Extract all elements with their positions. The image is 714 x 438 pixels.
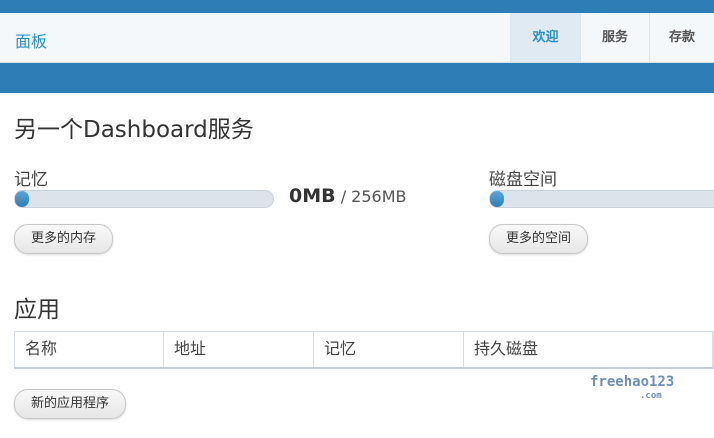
apps-section-title: 应用 (14, 297, 60, 323)
column-header-address: 地址 (164, 332, 314, 367)
column-header-name: 名称 (15, 332, 164, 367)
more-disk-button[interactable]: 更多的空间 (489, 224, 589, 254)
disk-progress-bar (489, 190, 714, 208)
memory-separator: / (335, 187, 352, 206)
disk-progress-fill (490, 191, 504, 207)
memory-total-value: 256MB (351, 187, 407, 206)
tab-deposit[interactable]: 存款 (649, 13, 714, 62)
memory-label: 记忆 (14, 170, 48, 190)
brand-link[interactable]: 面板 (15, 28, 47, 52)
top-navbar: 面板 欢迎 服务 存款 (0, 13, 714, 63)
column-header-persistent-disk: 持久磁盘 (464, 332, 713, 367)
new-app-button[interactable]: 新的应用程序 (14, 389, 127, 419)
more-memory-button[interactable]: 更多的内存 (14, 224, 114, 254)
apps-table-header: 名称 地址 记忆 持久磁盘 (14, 331, 714, 369)
tab-welcome[interactable]: 欢迎 (510, 13, 580, 62)
page-title: 另一个Dashboard服务 (14, 117, 254, 143)
main-content: 另一个Dashboard服务 记忆 0MB / 256MB 更多的内存 磁盘空间… (0, 93, 714, 438)
disk-label: 磁盘空间 (489, 170, 557, 190)
memory-usage-text: 0MB / 256MB (289, 185, 407, 207)
tab-services[interactable]: 服务 (580, 13, 649, 62)
watermark-suffix: .com (640, 391, 662, 401)
column-header-memory: 记忆 (314, 332, 464, 367)
watermark-logo: freehao123 .com (590, 375, 674, 403)
watermark-text: freehao123 (590, 374, 675, 390)
memory-progress-bar (14, 190, 274, 208)
memory-progress-fill (15, 191, 29, 207)
memory-used-value: 0MB (289, 185, 336, 207)
